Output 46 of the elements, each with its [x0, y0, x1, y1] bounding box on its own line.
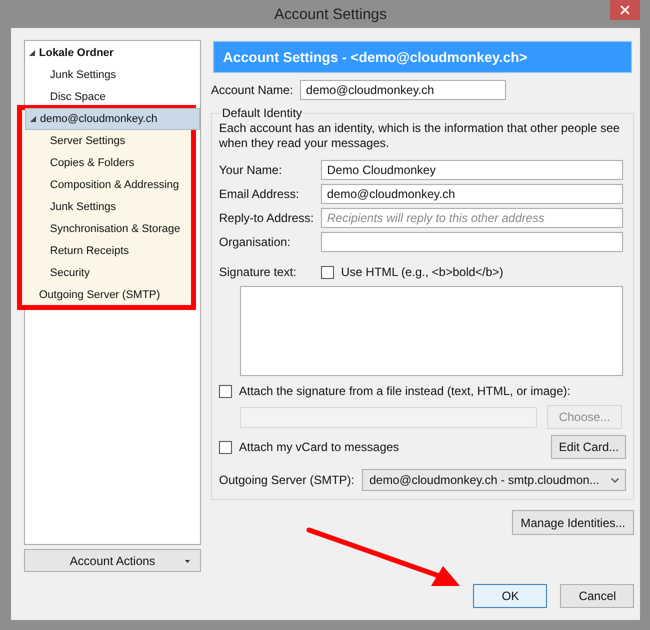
- checkbox[interactable]: [219, 384, 232, 398]
- tree-item[interactable]: Lokale Ordner: [25, 42, 200, 64]
- field-label: Your Name:: [219, 163, 283, 177]
- tree-item[interactable]: demo@cloudmonkey.ch: [25, 108, 200, 130]
- text-field[interactable]: [321, 232, 623, 252]
- checkbox[interactable]: [321, 266, 334, 278]
- account-actions-button[interactable]: Account Actions: [24, 549, 201, 572]
- signature-field[interactable]: [240, 286, 623, 376]
- tree-item[interactable]: Disc Space: [25, 86, 200, 108]
- field-label: Organisation:: [219, 235, 292, 249]
- ok-button[interactable]: OK: [473, 584, 548, 608]
- tree-item[interactable]: Junk Settings: [25, 64, 200, 86]
- page-header: Account Settings - <demo@cloudmonkey.ch>: [213, 41, 632, 73]
- text-field[interactable]: Recipients will reply to this other address: [321, 208, 623, 228]
- chevron-down-icon: [611, 478, 620, 482]
- group-title: Default Identity: [221, 106, 304, 120]
- close-button[interactable]: [610, 0, 640, 20]
- checkbox[interactable]: [219, 440, 232, 454]
- description-text: Each account has an identity, which is the information that other people see when they read your messages.: [219, 121, 621, 151]
- field-label: Outgoing Server (SMTP):: [219, 473, 354, 487]
- close-icon: [620, 5, 630, 15]
- caret-icon: [185, 560, 190, 563]
- text-field[interactable]: Demo Cloudmonkey: [321, 160, 623, 180]
- field-label: Email Address:: [219, 187, 300, 201]
- tree-item[interactable]: Outgoing Server (SMTP): [25, 284, 200, 306]
- edit-card-button[interactable]: Edit Card...: [551, 435, 626, 459]
- field-label: Reply-to Address:: [219, 211, 315, 225]
- tree-item[interactable]: Synchronisation & Storage: [25, 218, 200, 240]
- tree-item[interactable]: Return Receipts: [25, 240, 200, 262]
- checkbox-label: Use HTML (e.g., <b>bold</b>): [341, 265, 504, 279]
- manage-identities-button[interactable]: Manage Identities...: [512, 510, 634, 535]
- file-path-field[interactable]: [240, 406, 537, 428]
- account-name-field[interactable]: demo@cloudmonkey.ch: [300, 80, 506, 100]
- tree-item[interactable]: Copies & Folders: [25, 152, 200, 174]
- cancel-button[interactable]: Cancel: [560, 584, 634, 608]
- tree-item[interactable]: Server Settings: [25, 130, 200, 152]
- tree-item[interactable]: Junk Settings: [25, 196, 200, 218]
- server-dropdown[interactable]: demo@cloudmonkey.ch - smtp.cloudmon...: [362, 469, 626, 491]
- text-field[interactable]: demo@cloudmonkey.ch: [321, 184, 623, 204]
- window-title: Account Settings: [274, 5, 387, 23]
- checkbox-label: Attach my vCard to messages: [239, 440, 400, 454]
- field-label: Signature text:: [219, 265, 298, 279]
- tree-item[interactable]: Security: [25, 262, 200, 284]
- tree-item[interactable]: Composition & Addressing: [25, 174, 200, 196]
- field-label: Account Name:: [211, 83, 294, 97]
- checkbox-label: Attach the signature from a file instead (text, HTML, or image):: [239, 384, 570, 398]
